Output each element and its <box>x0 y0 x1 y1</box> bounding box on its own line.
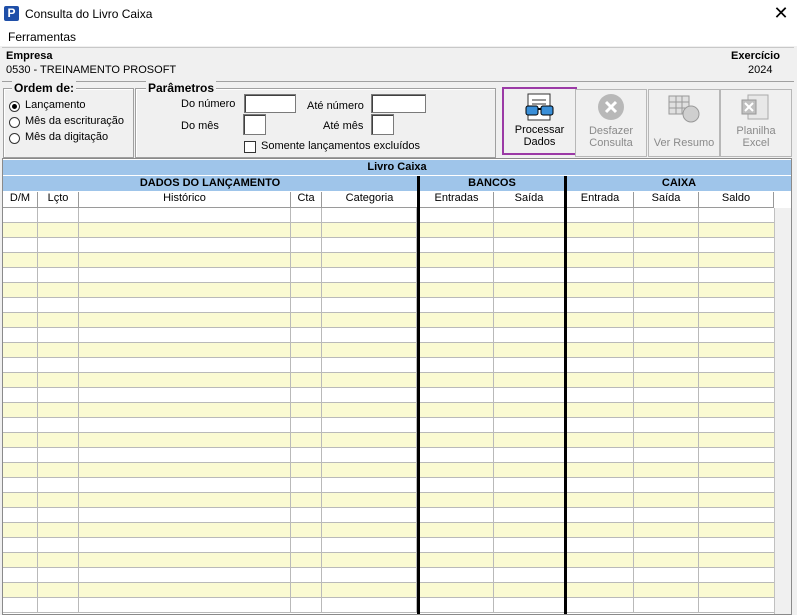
col-entradas-bancos[interactable]: Entradas <box>420 192 494 208</box>
livro-caixa-grid[interactable]: Livro Caixa DADOS DO LANÇAMENTO BANCOS C… <box>2 158 792 615</box>
table-row[interactable] <box>3 463 774 478</box>
table-row[interactable] <box>3 283 774 298</box>
radio-mes-escrituracao[interactable] <box>9 117 20 128</box>
somente-excluidos-label[interactable]: Somente lançamentos excluídos <box>261 140 420 152</box>
planilha-excel-label: Planilha Excel <box>736 125 776 149</box>
processar-dados-button[interactable]: Processar Dados <box>502 87 577 155</box>
group-dados-lancamento: DADOS DO LANÇAMENTO <box>3 176 417 191</box>
radio-lancamento-label[interactable]: Lançamento <box>25 99 86 111</box>
separator-caixa <box>564 176 567 614</box>
table-row[interactable] <box>3 433 774 448</box>
close-icon[interactable]: ✕ <box>768 2 794 24</box>
do-mes-label: Do mês <box>181 120 219 132</box>
radio-mes-escrituracao-label[interactable]: Mês da escrituração <box>25 115 124 127</box>
col-entrada-caixa[interactable]: Entrada <box>567 192 634 208</box>
table-row[interactable] <box>3 478 774 493</box>
table-row[interactable] <box>3 298 774 313</box>
table-row[interactable] <box>3 553 774 568</box>
group-caixa: CAIXA <box>567 176 791 191</box>
excel-icon <box>741 94 769 120</box>
col-saldo-caixa[interactable]: Saldo <box>699 192 774 208</box>
table-row[interactable] <box>3 208 774 223</box>
table-row[interactable] <box>3 448 774 463</box>
desfazer-consulta-button[interactable]: Desfazer Consulta <box>575 89 647 157</box>
table-row[interactable] <box>3 508 774 523</box>
company-value: 0530 - TREINAMENTO PROSOFT <box>6 64 177 76</box>
col-historico[interactable]: Histórico <box>79 192 291 208</box>
cancel-icon <box>598 94 624 120</box>
ate-numero-label: Até número <box>307 100 364 112</box>
column-divider <box>698 208 699 613</box>
radio-mes-digitacao-label[interactable]: Mês da digitação <box>25 131 108 143</box>
column-divider <box>633 208 634 613</box>
processar-dados-label: Processar Dados <box>514 124 565 148</box>
window-title: Consulta do Livro Caixa <box>25 7 153 21</box>
vertical-scrollbar[interactable] <box>774 208 791 614</box>
year-value: 2024 <box>748 64 773 76</box>
planilha-excel-button[interactable]: Planilha Excel <box>720 89 792 157</box>
col-saida-bancos[interactable]: Saída <box>494 192 565 208</box>
col-lcto[interactable]: Lçto <box>38 192 79 208</box>
do-numero-input[interactable] <box>244 94 296 113</box>
table-row[interactable] <box>3 388 774 403</box>
table-row[interactable] <box>3 418 774 433</box>
column-divider <box>78 208 79 613</box>
table-row[interactable] <box>3 238 774 253</box>
desfazer-consulta-label: Desfazer Consulta <box>588 125 634 149</box>
ate-mes-input[interactable] <box>371 114 394 135</box>
ate-numero-input[interactable] <box>371 94 426 113</box>
do-mes-input[interactable] <box>243 114 266 135</box>
col-categoria[interactable]: Categoria <box>322 192 418 208</box>
table-row[interactable] <box>3 313 774 328</box>
table-row[interactable] <box>3 373 774 388</box>
table-row[interactable] <box>3 328 774 343</box>
ver-resumo-label: Ver Resumo <box>653 137 715 149</box>
company-label: Empresa <box>6 50 53 62</box>
ver-resumo-button[interactable]: Ver Resumo <box>648 89 720 157</box>
table-row[interactable] <box>3 358 774 373</box>
column-divider <box>493 208 494 613</box>
table-row[interactable] <box>3 568 774 583</box>
column-divider <box>290 208 291 613</box>
do-numero-label: Do número <box>181 98 236 110</box>
col-saida-caixa[interactable]: Saída <box>634 192 699 208</box>
report-globe-icon <box>668 95 700 123</box>
table-row[interactable] <box>3 598 774 613</box>
table-row[interactable] <box>3 523 774 538</box>
table-row[interactable] <box>3 403 774 418</box>
column-divider <box>321 208 322 613</box>
table-row[interactable] <box>3 223 774 238</box>
ordem-title: Ordem de: <box>12 81 77 95</box>
table-row[interactable] <box>3 343 774 358</box>
grid-body[interactable] <box>3 208 774 614</box>
grid-title: Livro Caixa <box>3 160 791 175</box>
radio-mes-digitacao[interactable] <box>9 133 20 144</box>
glasses-icon <box>525 93 554 121</box>
ate-mes-label: Até mês <box>323 120 364 132</box>
menu-bar <box>0 28 797 46</box>
table-row[interactable] <box>3 268 774 283</box>
menu-item-ferramentas[interactable]: Ferramentas <box>8 30 76 44</box>
year-label: Exercício <box>731 50 780 62</box>
table-row[interactable] <box>3 583 774 598</box>
parametros-title: Parâmetros <box>146 81 217 95</box>
separator-bancos <box>417 176 420 614</box>
table-row[interactable] <box>3 253 774 268</box>
column-divider <box>37 208 38 613</box>
table-row[interactable] <box>3 493 774 508</box>
table-row[interactable] <box>3 538 774 553</box>
radio-lancamento[interactable] <box>9 101 20 112</box>
col-dm[interactable]: D/M <box>3 192 38 208</box>
group-bancos: BANCOS <box>420 176 564 191</box>
col-cta[interactable]: Cta <box>291 192 322 208</box>
somente-excluidos-checkbox[interactable] <box>244 141 256 153</box>
app-logo-icon: P <box>4 6 19 21</box>
